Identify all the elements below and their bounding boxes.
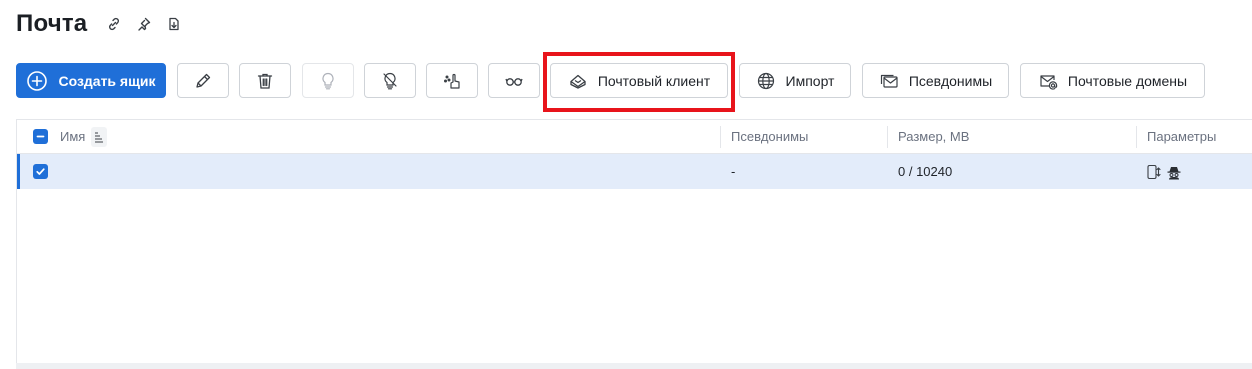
select-all-checkbox[interactable] [33, 129, 48, 144]
link-icon[interactable] [103, 13, 125, 35]
edit-icon [196, 73, 211, 88]
import-label: Импорт [785, 72, 835, 89]
lightbulb-icon [322, 72, 334, 89]
check-icon [36, 168, 45, 175]
column-header-size[interactable]: Размер, MB [898, 120, 969, 153]
row-select-cell [33, 154, 60, 189]
column-header-aliases[interactable]: Псевдонимы [731, 120, 808, 153]
page-header: Почта [16, 6, 185, 42]
aliases-label: Псевдонимы [908, 72, 993, 89]
trash-icon [257, 73, 273, 89]
row-params [1146, 154, 1182, 189]
table-row[interactable]: - 0 / 10240 [17, 154, 1252, 189]
enable-button[interactable] [302, 63, 354, 98]
table-header: Имя Псевдонимы Размер, MB Параметры [17, 120, 1252, 154]
spy-icon [1167, 166, 1181, 179]
sort-icon[interactable] [91, 126, 108, 147]
lightbulb-off-icon [383, 72, 397, 89]
mail-client-label: Почтовый клиент [597, 72, 711, 89]
page-title: Почта [16, 10, 88, 37]
create-mailbox-button[interactable]: Создать ящик [16, 63, 166, 98]
export-icon[interactable] [163, 13, 185, 35]
title-actions [103, 13, 185, 35]
delete-button[interactable] [239, 63, 291, 98]
glasses-icon [505, 77, 523, 86]
globe-icon [757, 72, 774, 89]
plus-circle-icon [27, 70, 48, 91]
mail-at-icon [1040, 74, 1058, 90]
mail-client-button[interactable]: Почтовый клиент [550, 63, 728, 98]
row-aliases: - [731, 164, 736, 179]
cleanup-button[interactable] [426, 63, 478, 98]
select-all-cell: Имя [33, 120, 108, 153]
mail-client-icon [570, 74, 586, 89]
column-separator[interactable] [887, 126, 888, 148]
aliases-button[interactable]: Псевдонимы [862, 63, 1009, 98]
minus-icon [36, 135, 45, 138]
hand-pointer-icon [443, 73, 460, 89]
column-separator[interactable] [1136, 126, 1137, 148]
mailbox-table: Имя Псевдонимы Размер, MB Параметры - 0 … [16, 119, 1252, 365]
disable-button[interactable] [364, 63, 416, 98]
mail-domains-label: Почтовые домены [1067, 72, 1188, 89]
row-size: 0 / 10240 [898, 164, 953, 179]
row-checkbox[interactable] [33, 164, 48, 179]
pin-icon[interactable] [133, 13, 155, 35]
import-button[interactable]: Импорт [739, 63, 851, 98]
edit-button[interactable] [177, 63, 229, 98]
create-mailbox-label: Создать ящик [58, 72, 156, 89]
mail-domains-button[interactable]: Почтовые домены [1020, 63, 1205, 98]
mobile-sync-icon [1147, 164, 1161, 179]
column-separator[interactable] [720, 126, 721, 148]
column-header-params[interactable]: Параметры [1147, 120, 1216, 153]
envelopes-icon [880, 74, 898, 88]
horizontal-scrollbar[interactable] [16, 363, 1252, 369]
column-header-name[interactable]: Имя [60, 129, 85, 144]
view-button[interactable] [488, 63, 540, 98]
